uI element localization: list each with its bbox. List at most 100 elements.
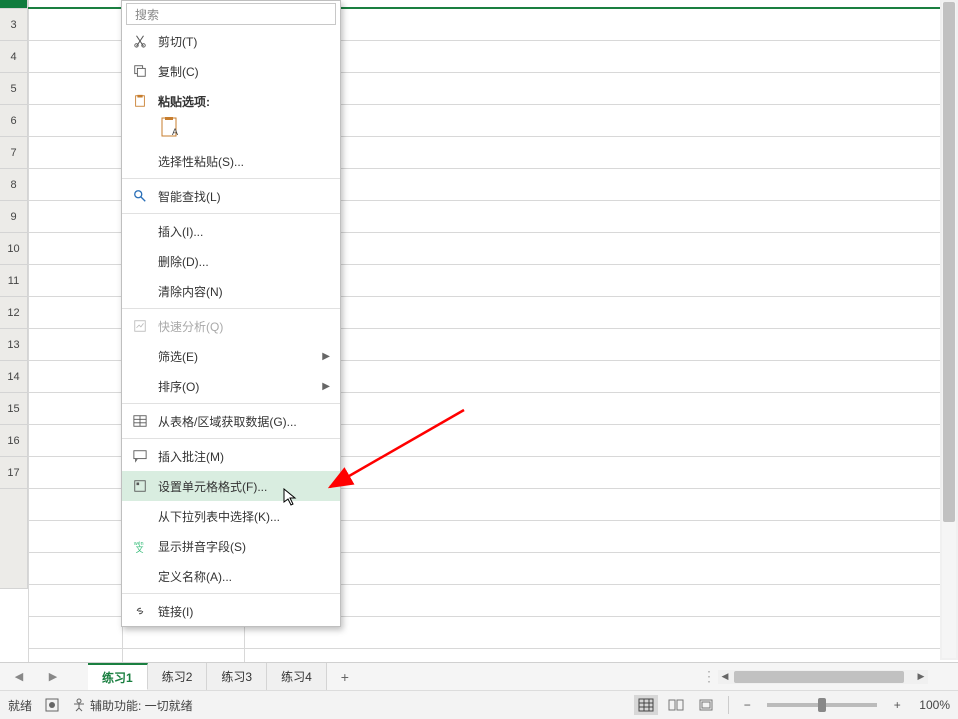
menu-cut[interactable]: 剪切(T) (122, 26, 340, 56)
row-header[interactable]: 10 (0, 233, 28, 265)
row-header[interactable]: 17 (0, 457, 28, 489)
menu-paste-options: 粘贴选项: (122, 86, 340, 116)
horizontal-scrollbar[interactable]: ◀ ▶ (718, 670, 928, 684)
row-header[interactable]: 8 (0, 169, 28, 201)
row-header[interactable]: 16 (0, 425, 28, 457)
row-header-overflow[interactable] (0, 489, 28, 589)
menu-label: 显示拼音字段(S) (158, 538, 246, 555)
link-icon (132, 603, 148, 619)
menu-define-name[interactable]: 定义名称(A)... (122, 561, 340, 591)
menu-label: 选择性粘贴(S)... (158, 153, 244, 170)
menu-separator (122, 403, 340, 404)
row-header[interactable]: 14 (0, 361, 28, 393)
hscroll-grip[interactable]: ⋮ (704, 668, 714, 685)
menu-label: 从表格/区域获取数据(G)... (158, 413, 297, 430)
menu-delete[interactable]: 删除(D)... (122, 246, 340, 276)
row-header-2-partial[interactable] (0, 0, 28, 9)
add-sheet-button[interactable]: + (327, 663, 363, 690)
menu-label: 插入(I)... (158, 223, 203, 240)
accessibility-icon (72, 698, 86, 712)
menu-smart-lookup[interactable]: 智能查找(L) (122, 181, 340, 211)
pinyin-icon: wén文 (132, 538, 148, 554)
macro-record-icon[interactable] (44, 697, 60, 713)
zoom-slider-handle[interactable] (818, 698, 826, 712)
row-header[interactable]: 6 (0, 105, 28, 137)
lookup-icon (132, 188, 148, 204)
menu-label: 清除内容(N) (158, 283, 223, 300)
menu-pick-from-list[interactable]: 从下拉列表中选择(K)... (122, 501, 340, 531)
menu-copy[interactable]: 复制(C) (122, 56, 340, 86)
menu-label: 设置单元格格式(F)... (158, 478, 267, 495)
quick-analysis-icon (132, 318, 148, 334)
menu-label: 智能查找(L) (158, 188, 221, 205)
menu-link[interactable]: 链接(I) (122, 596, 340, 626)
menu-separator (122, 308, 340, 309)
accessibility-status[interactable]: 辅助功能: 一切就绪 (72, 697, 193, 714)
menu-label: 插入批注(M) (158, 448, 224, 465)
sheet-tab[interactable]: 练习2 (148, 663, 208, 690)
search-placeholder: 搜索 (135, 6, 159, 23)
comment-icon (132, 448, 148, 464)
row-header[interactable]: 13 (0, 329, 28, 361)
row-headers: 3 4 5 6 7 8 9 10 11 12 13 14 15 16 17 (0, 0, 28, 589)
tab-nav-prev[interactable]: ◀ (8, 665, 30, 689)
sheet-tab[interactable]: 练习4 (267, 663, 327, 690)
context-menu-search[interactable]: 搜索 (126, 3, 336, 25)
zoom-out-button[interactable]: − (739, 698, 755, 712)
row-header[interactable]: 15 (0, 393, 28, 425)
row-header[interactable]: 9 (0, 201, 28, 233)
row-header[interactable]: 11 (0, 265, 28, 297)
hscroll-right[interactable]: ▶ (914, 670, 928, 684)
zoom-level[interactable]: 100% (919, 698, 950, 712)
tab-nav-next[interactable]: ▶ (42, 665, 64, 689)
menu-label: 链接(I) (158, 603, 193, 620)
sheet-tab[interactable]: 练习1 (88, 663, 148, 690)
menu-filter[interactable]: 筛选(E) ▶ (122, 341, 340, 371)
menu-label: 删除(D)... (158, 253, 209, 270)
chevron-right-icon: ▶ (322, 351, 330, 362)
row-header[interactable]: 4 (0, 41, 28, 73)
menu-label: 从下拉列表中选择(K)... (158, 508, 280, 525)
row-header[interactable]: 7 (0, 137, 28, 169)
status-bar: 就绪 辅助功能: 一切就绪 − + 100% (0, 690, 958, 719)
sheet-tab-strip: ◀ ▶ 练习1 练习2 练习3 练习4 + ⋮ ◀ ▶ (0, 662, 958, 690)
accessibility-label: 辅助功能: 一切就绪 (90, 697, 193, 714)
menu-separator (122, 178, 340, 179)
hscroll-thumb[interactable] (734, 671, 904, 683)
zoom-slider[interactable] (767, 703, 877, 707)
menu-label: 快速分析(Q) (158, 318, 223, 335)
menu-sort[interactable]: 排序(O) ▶ (122, 371, 340, 401)
menu-insert-comment[interactable]: 插入批注(M) (122, 441, 340, 471)
cut-icon (132, 33, 148, 49)
zoom-in-button[interactable]: + (889, 698, 905, 712)
menu-get-data-from-table[interactable]: 从表格/区域获取数据(G)... (122, 406, 340, 436)
menu-separator (122, 438, 340, 439)
view-normal-button[interactable] (634, 695, 658, 715)
menu-insert[interactable]: 插入(I)... (122, 216, 340, 246)
paste-options-row: A (122, 116, 340, 146)
menu-paste-special[interactable]: 选择性粘贴(S)... (122, 146, 340, 176)
view-page-break-button[interactable] (694, 695, 718, 715)
separator (728, 696, 729, 714)
sheet-tab[interactable]: 练习3 (207, 663, 267, 690)
row-header[interactable]: 3 (0, 9, 28, 41)
menu-show-pinyin[interactable]: wén文 显示拼音字段(S) (122, 531, 340, 561)
paste-icon (132, 93, 148, 109)
menu-label: 复制(C) (158, 63, 199, 80)
svg-text:文: 文 (136, 544, 144, 553)
menu-separator (122, 213, 340, 214)
menu-format-cells[interactable]: 设置单元格格式(F)... (122, 471, 340, 501)
menu-label: 定义名称(A)... (158, 568, 232, 585)
vertical-scrollbar-thumb[interactable] (943, 2, 955, 522)
row-header[interactable]: 5 (0, 73, 28, 105)
copy-icon (132, 63, 148, 79)
status-ready: 就绪 (8, 697, 32, 714)
svg-text:A: A (172, 127, 178, 137)
hscroll-left[interactable]: ◀ (718, 670, 732, 684)
view-page-layout-button[interactable] (664, 695, 688, 715)
paste-default-button[interactable]: A (160, 116, 180, 136)
menu-clear-contents[interactable]: 清除内容(N) (122, 276, 340, 306)
vertical-scrollbar[interactable] (940, 0, 958, 660)
table-icon (132, 413, 148, 429)
row-header[interactable]: 12 (0, 297, 28, 329)
